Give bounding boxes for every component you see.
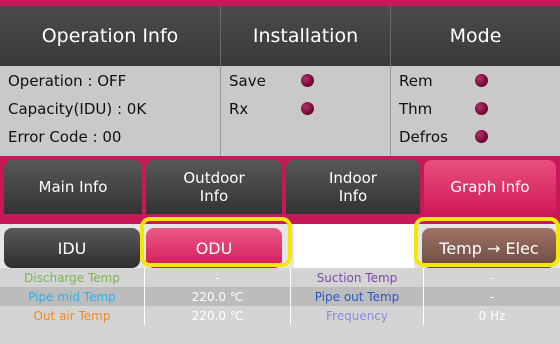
- table-row: Discharge Temp - Suction Temp -: [0, 268, 560, 287]
- frequency-value: 0 Hz: [478, 308, 506, 323]
- out-air-temp-label: Out air Temp: [0, 306, 145, 325]
- operation-info-header: Operation Info: [0, 6, 221, 66]
- thm-indicator-icon: [475, 102, 488, 115]
- tab-outdoor-info[interactable]: Outdoor Info: [146, 160, 282, 214]
- discharge-temp-value: -: [145, 268, 291, 287]
- tab-outdoor-info-label-1: Outdoor: [183, 169, 245, 187]
- table-row: Pipe mid Temp 220.0 ℃ Pipe out Temp -: [0, 287, 560, 306]
- temp-elec-highlight-frame: [414, 217, 560, 267]
- suction-temp-label: Suction Temp: [291, 268, 424, 287]
- defros-indicator-icon: [475, 130, 488, 143]
- subtab-spacer: [294, 224, 414, 272]
- idu-button[interactable]: IDU: [4, 228, 140, 268]
- save-indicator-icon: [301, 74, 314, 87]
- mode-panel: Rem Thm Defros: [391, 66, 560, 156]
- pipe-mid-temp-value: 220.0 ℃: [145, 287, 291, 306]
- tab-indoor-info[interactable]: Indoor Info: [286, 160, 420, 214]
- tab-indoor-info-label-2: Info: [338, 187, 368, 205]
- pipe-out-temp-value: -: [489, 289, 495, 304]
- odu-highlight-frame: [140, 217, 292, 267]
- mode-title: Mode: [449, 25, 502, 47]
- save-label: Save: [229, 72, 266, 90]
- rem-indicator-icon: [475, 74, 488, 87]
- rx-label: Rx: [229, 100, 249, 118]
- rx-indicator-icon: [301, 102, 314, 115]
- installation-title: Installation: [252, 25, 359, 47]
- mode-header: Mode: [391, 6, 560, 66]
- tab-outdoor-info-label-2: Info: [199, 187, 229, 205]
- table-row: Out air Temp 220.0 ℃ Frequency 0 Hz: [0, 306, 560, 344]
- tab-graph-info[interactable]: Graph Info: [424, 160, 556, 214]
- frequency-label: Frequency: [291, 306, 424, 325]
- tab-main-info-label: Main Info: [38, 178, 108, 196]
- tab-main-info[interactable]: Main Info: [4, 160, 142, 214]
- suction-temp-value: -: [489, 270, 495, 285]
- idu-button-label: IDU: [57, 238, 87, 258]
- operation-status: Operation : OFF: [8, 72, 127, 90]
- defros-label: Defros: [399, 128, 448, 146]
- rem-label: Rem: [399, 72, 433, 90]
- capacity-status: Capacity(IDU) : 0K: [8, 100, 147, 118]
- operation-info-title: Operation Info: [41, 25, 179, 47]
- installation-header: Installation: [221, 6, 391, 66]
- out-air-temp-value: 220.0 ℃: [145, 306, 291, 325]
- thm-label: Thm: [399, 100, 433, 118]
- tab-graph-info-label: Graph Info: [450, 178, 530, 196]
- installation-panel: Save Rx: [221, 66, 391, 156]
- discharge-temp-label: Discharge Temp: [0, 268, 145, 287]
- tab-indoor-info-label-1: Indoor: [329, 169, 377, 187]
- pipe-mid-temp-label: Pipe mid Temp: [0, 287, 145, 306]
- error-code-status: Error Code : 00: [8, 128, 122, 146]
- operation-info-panel: Operation : OFF Capacity(IDU) : 0K Error…: [0, 66, 221, 156]
- pipe-out-temp-label: Pipe out Temp: [291, 287, 424, 306]
